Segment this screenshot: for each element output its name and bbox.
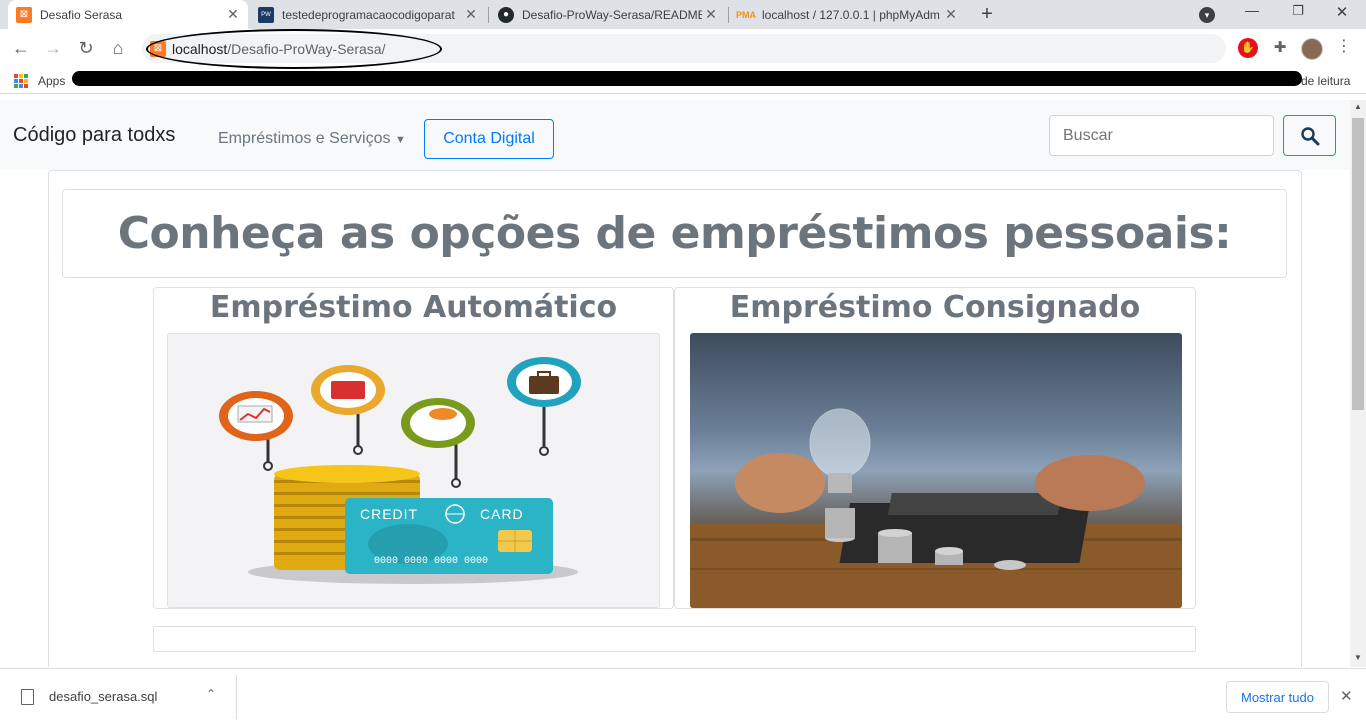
file-icon bbox=[21, 689, 34, 705]
browser-menu-icon[interactable]: ⋮ bbox=[1336, 36, 1352, 60]
close-tab-icon[interactable]: ✕ bbox=[462, 6, 480, 23]
minimize-icon[interactable]: — bbox=[1232, 2, 1272, 24]
credit-card-illustration: CREDIT CARD 0000 0000 0000 0000 bbox=[167, 333, 660, 608]
tab-title: testedeprogramacaocodigoparat bbox=[282, 7, 455, 22]
tab-testedeprogramacao[interactable]: PW testedeprogramacaocodigoparat ✕ bbox=[250, 0, 486, 29]
window-close-icon[interactable]: ✕ bbox=[1322, 3, 1362, 25]
redaction-bar bbox=[72, 71, 1302, 86]
tab-search-icon[interactable]: ▾ bbox=[1199, 7, 1215, 23]
scrollbar-thumb[interactable] bbox=[1352, 118, 1364, 410]
tab-github-readme[interactable]: ● Desafio-ProWay-Serasa/README ✕ bbox=[490, 0, 726, 29]
card-title: Empréstimo Consignado bbox=[729, 290, 1141, 325]
close-tab-icon[interactable]: ✕ bbox=[224, 6, 242, 23]
tab-separator bbox=[728, 7, 729, 23]
caret-down-icon: ▼ bbox=[394, 134, 406, 146]
xampp-icon: ⊠ bbox=[16, 6, 32, 23]
new-tab-button[interactable]: + bbox=[976, 3, 998, 25]
card-text-credit: CREDIT bbox=[360, 506, 418, 522]
home-icon[interactable]: ⌂ bbox=[103, 33, 133, 63]
tab-desafio-serasa[interactable]: ⊠ Desafio Serasa ✕ bbox=[8, 0, 248, 29]
page-title: Conheça as opções de empréstimos pessoai… bbox=[117, 208, 1232, 259]
tab-title: localhost / 127.0.0.1 | phpMyAdm bbox=[762, 7, 940, 22]
heading-card: Conheça as opções de empréstimos pessoai… bbox=[62, 189, 1287, 278]
next-card-placeholder bbox=[153, 626, 1196, 652]
lightbulb-photo-illustration bbox=[690, 408, 1182, 608]
url-highlight-ellipse bbox=[146, 29, 442, 69]
download-divider bbox=[236, 675, 237, 719]
loan-coins-illustration: CREDIT CARD 0000 0000 0000 0000 bbox=[219, 357, 581, 584]
apps-grid-icon[interactable] bbox=[14, 74, 28, 88]
restore-icon[interactable]: ❐ bbox=[1278, 3, 1318, 25]
github-icon: ● bbox=[498, 6, 514, 23]
brand-logo-text[interactable]: Código para todxs bbox=[13, 124, 175, 147]
card-text-card: CARD bbox=[480, 506, 524, 522]
chevron-up-icon[interactable]: ⌃ bbox=[206, 687, 216, 701]
card-emprestimo-consignado: Empréstimo Consignado bbox=[674, 287, 1196, 609]
site-favicon-icon: PW bbox=[258, 6, 274, 23]
phpmyadmin-icon: PMA bbox=[736, 9, 756, 20]
reading-list-bookmark[interactable]: de leitura bbox=[1301, 74, 1350, 88]
close-tab-icon[interactable]: ✕ bbox=[942, 6, 960, 23]
dropdown-label: Empréstimos e Serviços bbox=[218, 130, 391, 147]
conta-digital-button[interactable]: Conta Digital bbox=[424, 119, 554, 159]
tab-phpmyadmin[interactable]: PMA localhost / 127.0.0.1 | phpMyAdm ✕ bbox=[730, 0, 966, 29]
adblock-extension-icon[interactable]: ✋ bbox=[1238, 38, 1258, 58]
emprestimos-dropdown[interactable]: Empréstimos e Serviços ▼ bbox=[218, 130, 406, 148]
search-icon bbox=[1300, 126, 1319, 145]
search-button[interactable] bbox=[1283, 115, 1336, 156]
close-tab-icon[interactable]: ✕ bbox=[702, 6, 720, 23]
card-emprestimo-automatico: Empréstimo Automático CREDIT CARD 0000 0… bbox=[153, 287, 674, 609]
forward-arrow-icon[interactable]: → bbox=[38, 33, 68, 63]
tab-title: Desafio-ProWay-Serasa/README bbox=[522, 7, 702, 22]
search-input[interactable] bbox=[1049, 115, 1274, 156]
download-file-name[interactable]: desafio_serasa.sql bbox=[49, 689, 157, 704]
tab-title: Desafio Serasa bbox=[40, 7, 123, 22]
extensions-puzzle-icon[interactable]: ✚ bbox=[1270, 38, 1290, 58]
show-all-downloads-button[interactable]: Mostrar tudo bbox=[1226, 681, 1329, 713]
close-download-bar-icon[interactable]: ✕ bbox=[1340, 687, 1353, 705]
apps-bookmark[interactable]: Apps bbox=[38, 74, 65, 88]
download-bar: desafio_serasa.sql ⌃ Mostrar tudo ✕ bbox=[0, 668, 1366, 727]
profile-avatar[interactable] bbox=[1301, 38, 1323, 60]
scroll-down-arrow-icon[interactable]: ▼ bbox=[1354, 653, 1362, 662]
tab-separator bbox=[488, 7, 489, 23]
web-page: Código para todxs Empréstimos e Serviços… bbox=[0, 100, 1350, 667]
site-navbar: Código para todxs Empréstimos e Serviços… bbox=[0, 100, 1350, 170]
tab-strip: ⊠ Desafio Serasa ✕ PW testedeprogramacao… bbox=[0, 0, 1366, 29]
scroll-up-arrow-icon[interactable]: ▲ bbox=[1354, 102, 1362, 111]
lightbulb-coins-photo bbox=[690, 333, 1182, 608]
card-title: Empréstimo Automático bbox=[209, 290, 618, 325]
reload-icon[interactable]: ↻ bbox=[71, 33, 101, 63]
card-number: 0000 0000 0000 0000 bbox=[374, 556, 488, 567]
back-arrow-icon[interactable]: ← bbox=[6, 33, 36, 63]
